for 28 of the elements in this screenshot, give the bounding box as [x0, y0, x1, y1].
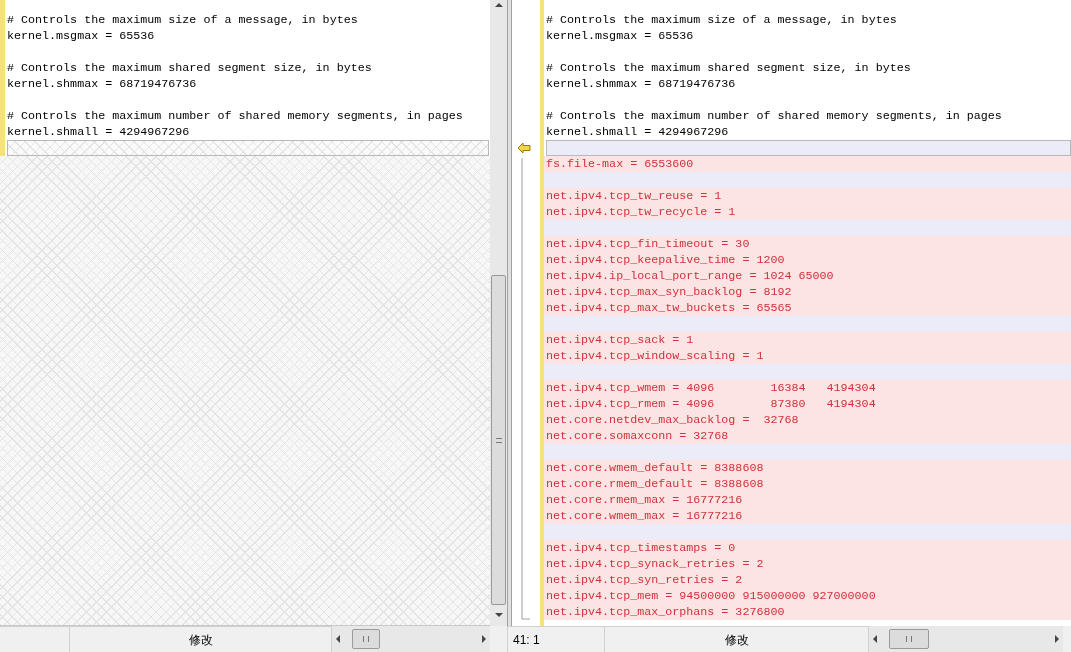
code-line: kernel.shmall = 4294967296 — [6, 124, 191, 140]
code-line: # Controls the maximum number of shared memory segments, in pages — [545, 108, 1003, 124]
cursor-position: 41: 1 — [513, 631, 540, 649]
status-text: 修改 — [724, 631, 749, 649]
code-line: kernel.msgmax = 65536 — [6, 28, 156, 44]
horizontal-scrollbar[interactable] — [869, 626, 1063, 652]
code-line: kernel.shmall = 4294967296 — [545, 124, 730, 140]
scroll-down-icon[interactable] — [494, 613, 503, 617]
scroll-left-icon[interactable] — [336, 635, 340, 643]
code-line: kernel.shmmax = 68719476736 — [6, 76, 198, 92]
scrollbar-thumb[interactable] — [889, 629, 929, 649]
code-line: kernel.shmmax = 68719476736 — [545, 76, 737, 92]
code-line: # Controls the maximum number of shared memory segments, in pages — [6, 108, 464, 124]
code-line: # Controls the maximum size of a message, in bytes — [545, 12, 898, 28]
scroll-up-icon[interactable] — [494, 3, 503, 7]
horizontal-scrollbar[interactable] — [332, 626, 490, 652]
code-line: # Controls the maximum shared segment size, in bytes — [545, 60, 912, 76]
code-line: # Controls the maximum size of a message, in bytes — [6, 12, 359, 28]
scrollbar-thumb[interactable] — [491, 275, 506, 605]
vertical-scrollbar[interactable] — [490, 0, 507, 626]
status-text: 修改 — [188, 631, 213, 649]
scrollbar-thumb[interactable] — [352, 629, 380, 649]
scroll-left-icon[interactable] — [873, 635, 877, 643]
code-line: # Controls the maximum shared segment size, in bytes — [6, 60, 373, 76]
code-line: kernel.msgmax = 65536 — [545, 28, 695, 44]
scroll-right-icon[interactable] — [482, 635, 486, 643]
scroll-right-icon[interactable] — [1055, 635, 1059, 643]
left-arrow-icon[interactable] — [517, 142, 531, 154]
